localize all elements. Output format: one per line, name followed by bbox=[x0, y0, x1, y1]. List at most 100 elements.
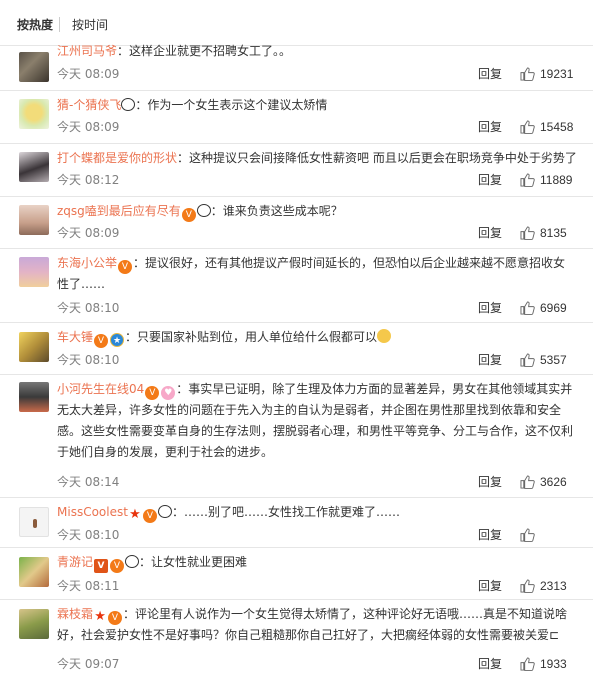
reply-button[interactable]: 回复 bbox=[478, 120, 502, 134]
reply-button[interactable]: 回复 bbox=[478, 528, 502, 542]
vip-badge-icon: V bbox=[94, 334, 109, 348]
username-link[interactable]: 江州司马爷 bbox=[57, 44, 117, 58]
username-link[interactable]: MissCoolest bbox=[57, 505, 128, 519]
comment-item: zqsg嗑到最后应有尽有 V ：谁来负责这些成本呢？ 今天 08:09 回复 813… bbox=[0, 197, 593, 249]
comment-item: 猜-个猜侠飞 ：作为一个女生表示这个建议太矫情 今天 08:09 回复 15458 bbox=[0, 91, 593, 144]
username-link[interactable]: 东海小公举 bbox=[57, 256, 117, 270]
thumbs-up-icon bbox=[520, 173, 535, 187]
heart-badge-icon: ♥ bbox=[161, 386, 176, 400]
sort-by-hot-tab[interactable]: 按热度 bbox=[17, 18, 53, 32]
like-button[interactable] bbox=[520, 528, 540, 542]
comment-item: 小河先生在线04 V ♥ ：事实早已证明，除了生理及体力方面的显著差异，男女在其他领域… bbox=[0, 375, 593, 498]
username-link[interactable]: 猜-个猜侠飞 bbox=[57, 98, 121, 112]
comment-text: ：谁来负责这些成本呢？ bbox=[210, 204, 343, 218]
sort-divider bbox=[59, 17, 60, 32]
comment-item: 青游记 V V ：让女性就业更困难 今天 08:11 回复 2313 bbox=[0, 548, 593, 600]
comment-text: ：这样企业就更不招聘女工了。。 bbox=[117, 44, 292, 58]
comment-text: ：只要国家补贴到位，用人单位给什么假都可以 bbox=[125, 330, 378, 344]
like-button[interactable]: 11889 bbox=[520, 173, 572, 187]
avatar[interactable] bbox=[19, 99, 49, 129]
reply-button[interactable]: 回复 bbox=[478, 579, 502, 593]
username-link[interactable]: 车大锤 bbox=[57, 330, 93, 344]
comment-time: 今天 08:14 bbox=[57, 475, 120, 489]
like-count: 15458 bbox=[540, 120, 574, 134]
vip-badge-icon: V bbox=[181, 208, 196, 222]
reply-button[interactable]: 回复 bbox=[478, 226, 502, 240]
panda-emoji-icon bbox=[157, 505, 172, 518]
username-link[interactable]: 霖枝霜 bbox=[57, 607, 93, 621]
reply-button[interactable]: 回复 bbox=[478, 67, 502, 81]
comment-time: 今天 08:09 bbox=[57, 120, 120, 134]
like-button[interactable]: 5357 bbox=[520, 353, 567, 367]
reply-button[interactable]: 回复 bbox=[478, 657, 502, 671]
panda-emoji-icon bbox=[196, 204, 211, 217]
panda-emoji-icon bbox=[121, 98, 136, 111]
grin-emoji-icon bbox=[377, 329, 392, 343]
like-button[interactable]: 3626 bbox=[520, 475, 567, 489]
comment-item: 江州司马爷：这样企业就更不招聘女工了。。 今天 08:09 回复 19231 bbox=[0, 44, 593, 91]
like-count: 2313 bbox=[540, 579, 567, 593]
comment-time: 今天 08:09 bbox=[57, 67, 120, 81]
thumbs-up-icon bbox=[520, 301, 535, 315]
sort-by-time-tab[interactable]: 按时间 bbox=[72, 18, 108, 32]
comment-text: ：让女性就业更困难 bbox=[139, 555, 248, 569]
thumbs-up-icon bbox=[520, 657, 535, 671]
like-count: 8135 bbox=[540, 226, 567, 240]
avatar[interactable] bbox=[19, 382, 49, 412]
reply-button[interactable]: 回复 bbox=[478, 301, 502, 315]
panda-emoji-icon bbox=[125, 555, 140, 568]
comment-time: 今天 08:12 bbox=[57, 173, 120, 187]
reply-button[interactable]: 回复 bbox=[478, 173, 502, 187]
comment-time: 今天 08:09 bbox=[57, 226, 120, 240]
username-link[interactable]: 小河先生在线04 bbox=[57, 382, 144, 396]
vip-badge-icon: V bbox=[110, 559, 125, 573]
comment-item: 车大锤 V ★ ：只要国家补贴到位，用人单位给什么假都可以 今天 08:10 回复 5… bbox=[0, 323, 593, 375]
comment-text: ：……别了吧……女性找工作就更难了…… bbox=[171, 505, 400, 519]
username-link[interactable]: 打个蝶都是爱你的形状 bbox=[57, 151, 177, 165]
thumbs-up-icon bbox=[520, 226, 535, 240]
thumbs-up-icon bbox=[520, 579, 535, 593]
avatar-figure-icon bbox=[33, 519, 37, 528]
comment-time: 今天 08:10 bbox=[57, 353, 120, 367]
like-count: 19231 bbox=[540, 67, 574, 81]
thumbs-up-icon bbox=[520, 475, 535, 489]
like-button[interactable]: 15458 bbox=[520, 120, 573, 134]
avatar[interactable] bbox=[19, 257, 49, 287]
avatar[interactable] bbox=[19, 507, 49, 537]
thumbs-up-icon bbox=[520, 120, 535, 134]
thumbs-up-icon bbox=[520, 528, 535, 542]
vip-badge-icon: V bbox=[142, 509, 157, 523]
comment-time: 今天 08:10 bbox=[57, 301, 120, 315]
thumbs-up-icon bbox=[520, 67, 535, 81]
avatar[interactable] bbox=[19, 557, 49, 587]
like-count: 1933 bbox=[540, 657, 567, 671]
avatar[interactable] bbox=[19, 609, 49, 639]
comment-time: 今天 08:11 bbox=[57, 579, 120, 593]
username-link[interactable]: 青游记 bbox=[57, 555, 93, 569]
comment-text: ：作为一个女生表示这个建议太矫情 bbox=[135, 98, 328, 112]
thumbs-up-icon bbox=[520, 353, 535, 367]
vip-badge-icon: V bbox=[108, 611, 123, 625]
avatar[interactable] bbox=[19, 52, 49, 82]
star-badge-icon: ★ bbox=[94, 609, 106, 624]
username-link[interactable]: zqsg嗑到最后应有尽有 bbox=[57, 204, 181, 218]
reply-button[interactable]: 回复 bbox=[478, 353, 502, 367]
like-button[interactable]: 1933 bbox=[520, 657, 567, 671]
comment-text: ：这种提议只会间接降低女性薪资吧 而且以后更会在职场竞争中处于劣势了 bbox=[177, 151, 577, 165]
like-button[interactable]: 6969 bbox=[520, 301, 567, 315]
verified-badge-icon: V bbox=[94, 559, 109, 573]
avatar[interactable] bbox=[19, 205, 49, 235]
avatar[interactable] bbox=[19, 152, 49, 182]
comment-item: 打个蝶都是爱你的形状：这种提议只会间接降低女性薪资吧 而且以后更会在职场竞争中处… bbox=[0, 144, 593, 197]
reply-button[interactable]: 回复 bbox=[478, 475, 502, 489]
comment-time: 今天 08:10 bbox=[57, 528, 120, 542]
like-button[interactable]: 19231 bbox=[520, 67, 573, 81]
like-button[interactable]: 2313 bbox=[520, 579, 567, 593]
comment-item: 东海小公举 V ：提议很好，还有其他提议产假时间延长的，但恐怕以后企业越来越不愿意招… bbox=[0, 249, 593, 323]
comment-text: ：提议很好，还有其他提议产假时间延长的，但恐怕以后企业越来越不愿意招收女性了…… bbox=[57, 256, 566, 291]
avatar[interactable] bbox=[19, 332, 49, 362]
comment-item: MissCoolest★ V ：……别了吧……女性找工作就更难了…… 今天 08:1… bbox=[0, 498, 593, 548]
comment-time: 今天 09:07 bbox=[57, 657, 120, 671]
star-badge-icon: ★ bbox=[129, 507, 141, 522]
like-button[interactable]: 8135 bbox=[520, 226, 567, 240]
